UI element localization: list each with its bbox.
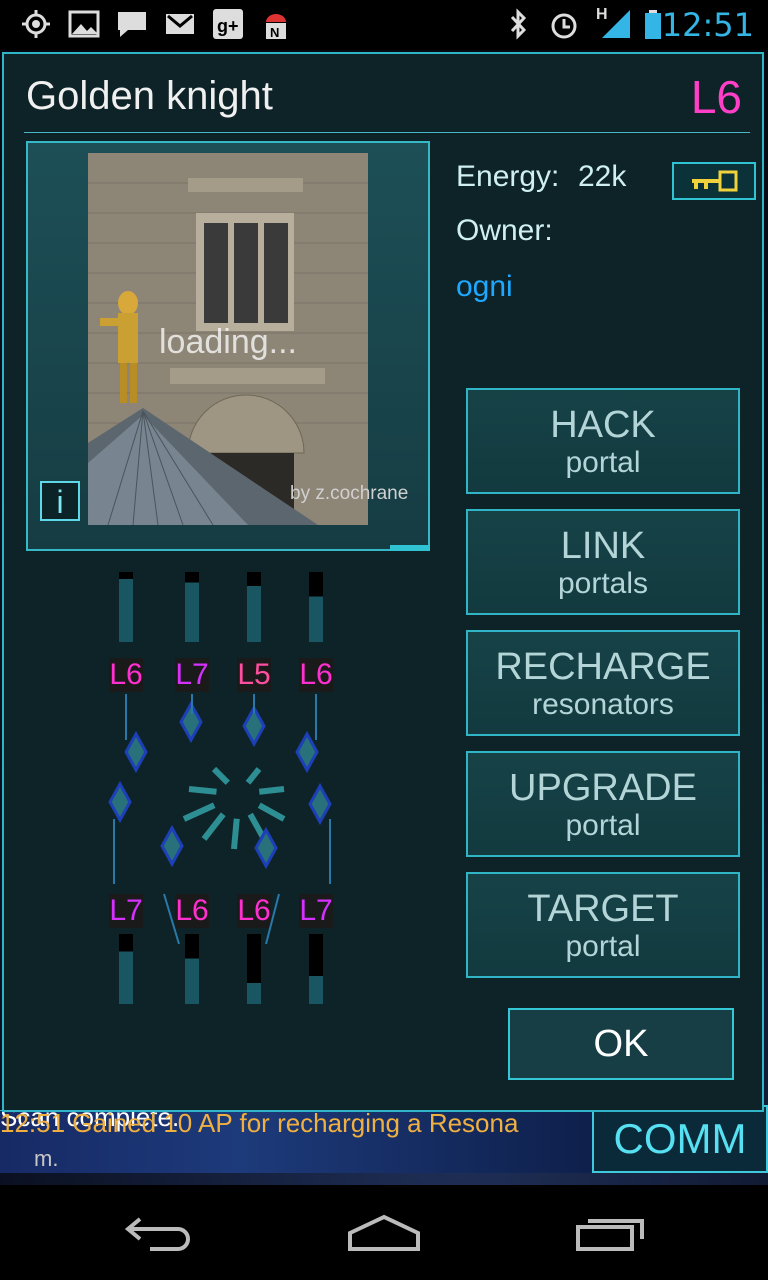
resonator-bottom-1-bar-fill	[119, 951, 133, 1004]
gmail-icon	[166, 14, 194, 34]
resonator-crystal	[124, 730, 148, 774]
portal-core-spoke	[201, 812, 226, 841]
resonator-top-4-level: L6	[299, 658, 332, 691]
portal-image-frame[interactable]: loading... by z.cochrane i	[26, 141, 430, 551]
resonator-bottom-3-level: L6	[237, 894, 270, 927]
ok-button[interactable]: OK	[508, 1008, 734, 1080]
app-area: Scan complete. 12:51 Gained 10 AP for re…	[0, 50, 768, 1185]
upgrade-button-title: UPGRADE	[509, 767, 697, 809]
info-button[interactable]: i	[40, 481, 80, 521]
portal-core-spoke	[188, 786, 217, 795]
key-button[interactable]	[672, 162, 756, 200]
navigation-bar	[0, 1185, 768, 1280]
portal-core-spoke	[257, 802, 286, 822]
home-icon[interactable]	[346, 1213, 422, 1253]
owner-name[interactable]: ogni	[456, 270, 513, 304]
key-icon	[692, 170, 738, 192]
resonator-top-3-bar-fill	[247, 586, 261, 642]
portal-name: Golden knight	[26, 74, 273, 118]
resonator-top-1-bar-fill	[119, 579, 133, 642]
svg-text:g+: g+	[217, 16, 239, 36]
target-button-subtitle: portal	[565, 930, 641, 963]
comm-message-2: 12:51 Gained 10 AP for recharging a Reso…	[0, 1108, 519, 1138]
comm-button[interactable]: COMM	[592, 1105, 768, 1173]
link-button-subtitle: portals	[557, 567, 649, 600]
resonator-top-1-level: L6	[109, 658, 142, 691]
resonator-crystal	[295, 730, 319, 774]
recharge-button-subtitle: resonators	[532, 688, 674, 721]
resonator-top-4-bar-fill	[309, 596, 323, 642]
resonator-top-2-level: L7	[175, 658, 208, 691]
resonator-bottom-4-bar-fill	[309, 976, 323, 1004]
android-debug-icon: N	[266, 14, 286, 40]
resonator-bottom-2-level: L6	[175, 894, 208, 927]
signal-icon	[602, 10, 630, 38]
portal-core-spoke	[231, 818, 240, 850]
portal-level: L6	[690, 71, 742, 123]
frame-corner-accent	[390, 545, 430, 551]
alarm-icon	[551, 13, 577, 39]
google-plus-icon: g+	[213, 9, 243, 39]
image-loading-text: loading...	[159, 323, 297, 361]
resonator-bottom-3-bar-fill	[247, 983, 261, 1004]
portal-dialog: Golden knight L6 loading... by z.cochran…	[2, 52, 764, 1112]
resonator-bottom-4-level: L7	[299, 894, 332, 927]
resonator-top-3-level: L5	[237, 658, 270, 691]
portal-core-spoke	[182, 802, 216, 822]
recharge-button[interactable]: RECHARGE resonators	[466, 630, 740, 736]
energy-label: Energy:	[456, 160, 560, 193]
target-button[interactable]: TARGET portal	[466, 872, 740, 978]
resonator-diagram: L6 L7 L5 L6 L7 L6 L6 L7	[108, 572, 333, 1004]
resonator-bottom-2-bar-fill	[185, 958, 199, 1004]
portal-core-spoke	[258, 786, 285, 795]
svg-text:N: N	[270, 25, 279, 40]
upgrade-button[interactable]: UPGRADE portal	[466, 751, 740, 857]
owner-label: Owner:	[456, 214, 553, 247]
gps-icon	[22, 10, 50, 38]
portal-core-spoke	[211, 766, 230, 785]
comm-message-3: m.	[34, 1146, 59, 1171]
portal-core-spoke	[245, 767, 262, 785]
back-icon[interactable]	[122, 1213, 194, 1253]
resonator-crystal	[108, 780, 132, 824]
chat-icon	[118, 12, 146, 37]
recharge-button-title: RECHARGE	[495, 646, 711, 688]
energy-value: 22k	[578, 160, 627, 193]
gallery-icon	[68, 10, 100, 38]
target-button-title: TARGET	[527, 888, 679, 930]
hack-button-title: HACK	[550, 404, 656, 446]
status-bar: g+ N H 12:51	[0, 0, 768, 50]
resonator-top-2-bar-fill	[185, 582, 199, 642]
clock: 12:51	[661, 6, 754, 44]
link-button[interactable]: LINK portals	[466, 509, 740, 615]
title-divider	[24, 132, 750, 133]
image-credit: by z.cochrane	[290, 483, 409, 504]
resonator-crystal	[160, 824, 184, 868]
link-button-title: LINK	[560, 525, 646, 567]
hack-button-subtitle: portal	[565, 446, 641, 479]
resonator-crystal	[308, 782, 332, 826]
upgrade-button-subtitle: portal	[565, 809, 641, 842]
hack-button[interactable]: HACK portal	[466, 388, 740, 494]
recent-apps-icon[interactable]	[574, 1213, 646, 1253]
bluetooth-icon	[510, 8, 527, 40]
resonator-bottom-1-level: L7	[109, 894, 142, 927]
